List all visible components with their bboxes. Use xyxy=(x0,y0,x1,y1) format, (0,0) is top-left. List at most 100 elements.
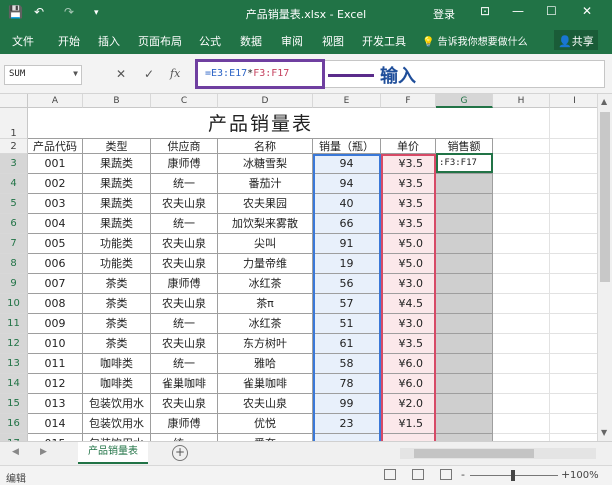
tab-data[interactable]: 数据 xyxy=(240,33,262,49)
table-cell[interactable]: 农夫山泉 xyxy=(151,334,218,354)
table-cell[interactable]: 统一 xyxy=(151,314,218,334)
sales-cell[interactable] xyxy=(436,214,493,234)
sales-cell[interactable] xyxy=(436,334,493,354)
table-cell[interactable]: 农夫山泉 xyxy=(151,394,218,414)
column-header-h[interactable]: H xyxy=(493,94,550,108)
empty-cell[interactable] xyxy=(550,314,600,334)
table-cell[interactable]: 003 xyxy=(28,194,83,214)
table-cell[interactable]: 78 xyxy=(313,374,381,394)
table-cell[interactable]: 014 xyxy=(28,414,83,434)
table-cell[interactable]: 40 xyxy=(313,194,381,214)
table-cell[interactable]: 007 xyxy=(28,274,83,294)
table-cell[interactable]: ¥3.5 xyxy=(381,334,436,354)
empty-cell[interactable] xyxy=(550,414,600,434)
row-header-11[interactable]: 11 xyxy=(0,314,28,334)
tab-review[interactable]: 审阅 xyxy=(281,33,303,49)
table-cell[interactable]: ¥5.0 xyxy=(381,234,436,254)
empty-cell[interactable] xyxy=(493,214,550,234)
table-cell[interactable]: 茶类 xyxy=(83,334,151,354)
table-cell[interactable]: 功能类 xyxy=(83,254,151,274)
empty-cell[interactable] xyxy=(493,414,550,434)
table-cell[interactable]: 23 xyxy=(313,414,381,434)
table-cell[interactable]: 19 xyxy=(313,254,381,274)
row-header-17[interactable]: 17 xyxy=(0,434,28,441)
table-cell[interactable]: ¥3.0 xyxy=(381,314,436,334)
table-cell[interactable]: 雅哈 xyxy=(218,354,313,374)
sheet-prev-icon[interactable]: ◀ xyxy=(12,447,19,457)
page-layout-view-icon[interactable] xyxy=(412,469,424,480)
table-cell[interactable]: 农夫果园 xyxy=(218,194,313,214)
page-break-view-icon[interactable] xyxy=(440,469,452,480)
table-cell[interactable]: 94 xyxy=(313,154,381,174)
sales-cell[interactable] xyxy=(436,274,493,294)
table-cell[interactable]: 56 xyxy=(313,274,381,294)
table-cell[interactable]: 66 xyxy=(313,214,381,234)
vertical-scrollbar[interactable]: ▲ ▼ xyxy=(597,94,612,441)
table-cell[interactable]: 果蔬类 xyxy=(83,214,151,234)
vertical-scroll-thumb[interactable] xyxy=(600,112,610,282)
tab-formulas[interactable]: 公式 xyxy=(199,33,221,49)
sales-cell[interactable] xyxy=(436,374,493,394)
table-cell[interactable]: 农夫山泉 xyxy=(151,194,218,214)
name-box[interactable]: SUM ▼ xyxy=(4,65,82,85)
sales-cell[interactable] xyxy=(436,414,493,434)
row-header-14[interactable]: 14 xyxy=(0,374,28,394)
table-cell[interactable]: ¥3.5 xyxy=(381,174,436,194)
empty-cell[interactable] xyxy=(493,334,550,354)
login-link[interactable]: 登录 xyxy=(433,6,455,22)
empty-cell[interactable] xyxy=(493,194,550,214)
table-cell[interactable]: 优悦 xyxy=(218,414,313,434)
row-header-13[interactable]: 13 xyxy=(0,354,28,374)
table-cell[interactable]: 统一 xyxy=(151,354,218,374)
empty-cell[interactable] xyxy=(493,174,550,194)
table-cell[interactable]: 013 xyxy=(28,394,83,414)
empty-cell[interactable] xyxy=(493,274,550,294)
empty-cell[interactable] xyxy=(550,334,600,354)
sales-cell[interactable] xyxy=(436,394,493,414)
table-cell[interactable]: 包装饮用水 xyxy=(83,394,151,414)
share-button[interactable]: 👤共享 xyxy=(554,30,598,50)
table-cell[interactable]: 康师傅 xyxy=(151,414,218,434)
tab-page-layout[interactable]: 页面布局 xyxy=(138,33,182,49)
empty-cell[interactable] xyxy=(493,139,550,154)
table-cell[interactable]: ¥6.0 xyxy=(381,374,436,394)
empty-cell[interactable] xyxy=(493,294,550,314)
insert-function-icon[interactable]: fx xyxy=(170,67,180,80)
row-header-7[interactable]: 7 xyxy=(0,234,28,254)
table-cell[interactable]: 咖啡类 xyxy=(83,354,151,374)
tab-developer[interactable]: 开发工具 xyxy=(362,33,406,49)
table-cell[interactable]: 果蔬类 xyxy=(83,194,151,214)
table-cell[interactable]: 果蔬类 xyxy=(83,174,151,194)
table-cell[interactable]: ¥3.5 xyxy=(381,214,436,234)
table-cell[interactable]: 东方树叶 xyxy=(218,334,313,354)
table-cell[interactable] xyxy=(381,434,436,441)
table-header-cell[interactable]: 单价 xyxy=(381,139,436,154)
row-header-3[interactable]: 3 xyxy=(0,154,28,174)
table-cell[interactable]: 农夫山泉 xyxy=(151,294,218,314)
table-cell[interactable]: 果蔬类 xyxy=(83,154,151,174)
table-cell[interactable]: 58 xyxy=(313,354,381,374)
table-cell[interactable]: 统一 xyxy=(151,434,218,441)
enter-icon[interactable]: ✓ xyxy=(144,67,154,81)
table-cell[interactable]: ¥3.5 xyxy=(381,154,436,174)
close-button[interactable]: ✕ xyxy=(582,4,592,18)
row-header-16[interactable]: 16 xyxy=(0,414,28,434)
table-cell[interactable]: 茶类 xyxy=(83,294,151,314)
empty-cell[interactable] xyxy=(493,434,550,441)
table-cell[interactable]: 加饮梨来雾散 xyxy=(218,214,313,234)
table-cell[interactable]: 004 xyxy=(28,214,83,234)
empty-cell[interactable] xyxy=(493,354,550,374)
table-cell[interactable]: 015 xyxy=(28,434,83,441)
table-cell[interactable]: 008 xyxy=(28,294,83,314)
table-cell[interactable]: 统一 xyxy=(151,214,218,234)
tell-me-search[interactable]: 💡 告诉我你想要做什么 xyxy=(422,33,528,48)
editing-cell-g3[interactable]: :F3:F17 xyxy=(436,153,493,173)
normal-view-icon[interactable] xyxy=(384,469,396,480)
horizontal-scroll-thumb[interactable] xyxy=(414,449,534,458)
select-all-corner[interactable] xyxy=(0,94,28,108)
table-cell[interactable]: ¥5.0 xyxy=(381,254,436,274)
table-cell[interactable]: 农夫山泉 xyxy=(218,394,313,414)
tab-view[interactable]: 视图 xyxy=(322,33,344,49)
horizontal-scrollbar[interactable] xyxy=(400,448,596,459)
table-cell[interactable]: 尖叫 xyxy=(218,234,313,254)
